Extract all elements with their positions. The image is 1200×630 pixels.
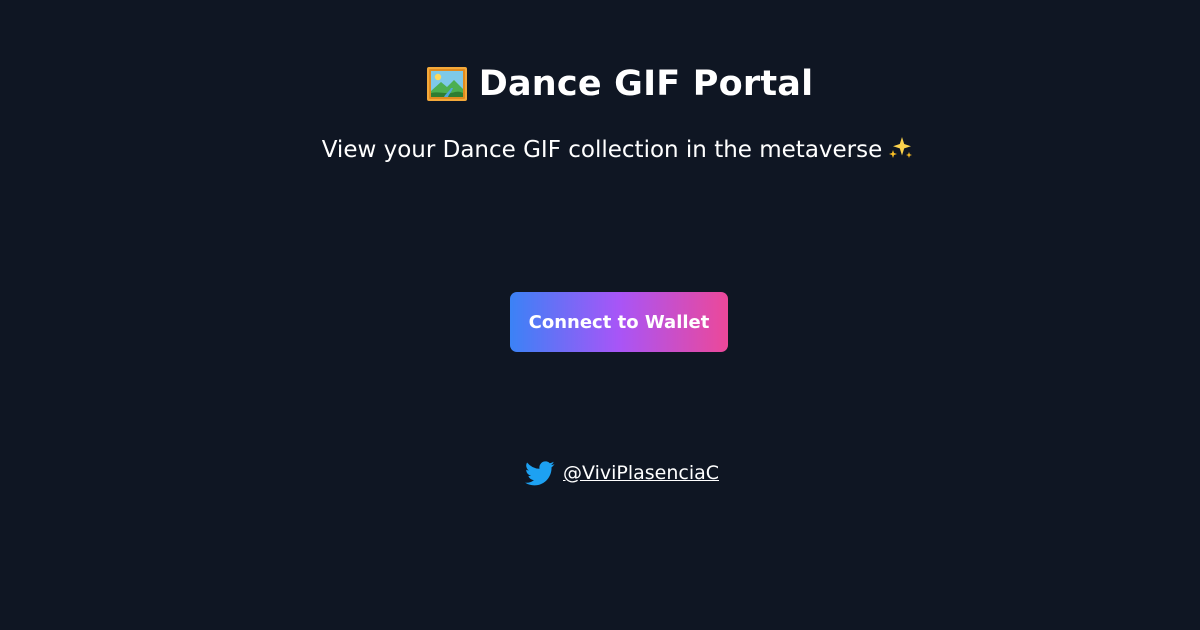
subtitle-text: View your Dance GIF collection in the me… bbox=[321, 137, 883, 163]
framed-picture-icon bbox=[426, 67, 467, 101]
footer: @ViviPlasenciaC bbox=[22, 458, 1200, 488]
twitter-handle-link[interactable]: @ViviPlasenciaC bbox=[563, 458, 719, 488]
connect-wallet-button[interactable]: Connect to Wallet bbox=[510, 292, 728, 352]
header: Dance GIF Portal bbox=[20, 60, 1200, 108]
subtitle: View your Dance GIF collection in the me… bbox=[18, 134, 1200, 169]
page-title: Dance GIF Portal bbox=[478, 64, 814, 104]
sparkles-icon bbox=[888, 134, 914, 169]
app-container: Dance GIF Portal View your Dance GIF col… bbox=[0, 0, 1200, 630]
twitter-icon bbox=[524, 458, 555, 488]
